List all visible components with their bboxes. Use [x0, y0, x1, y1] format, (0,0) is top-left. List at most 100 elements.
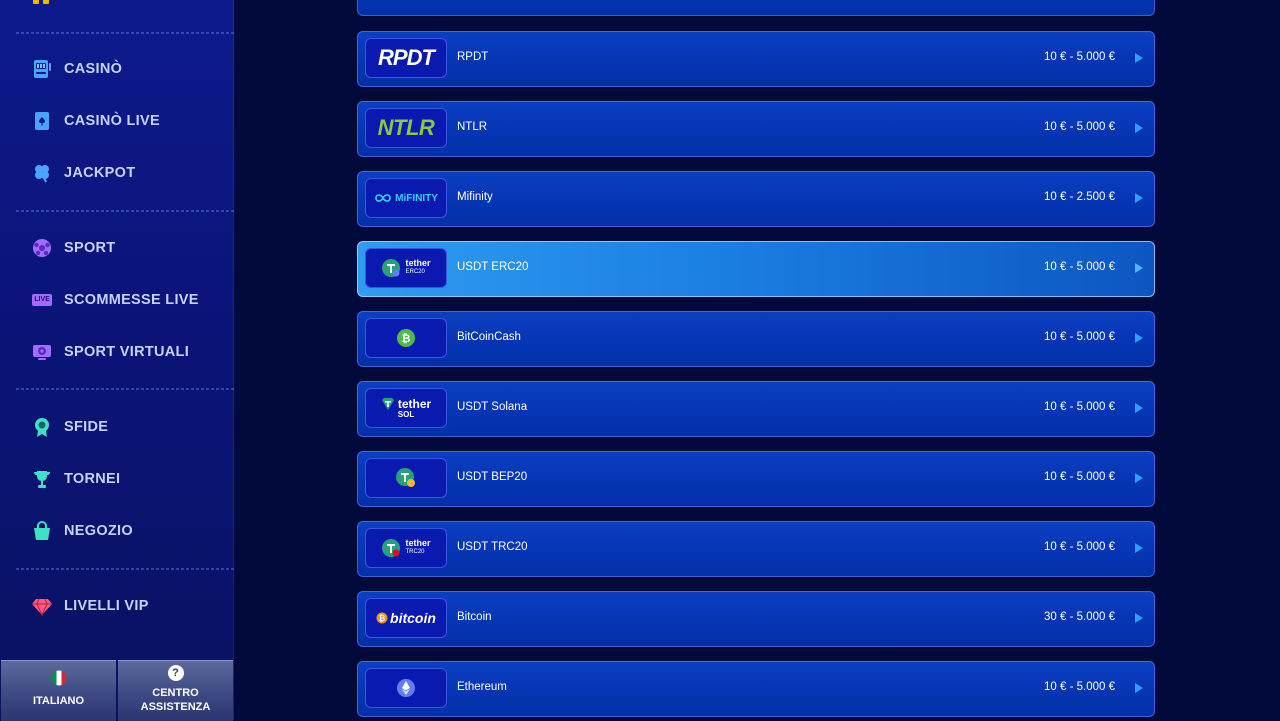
sidebar-item-label: SCOMMESSE LIVE — [64, 292, 199, 308]
play-arrow-icon — [1135, 193, 1143, 203]
sidebar-item-tornei[interactable]: TORNEI — [30, 466, 120, 492]
tether-trc20-logo: tether TRC20 — [365, 528, 447, 568]
sidebar-item-label: JACKPOT — [64, 165, 136, 181]
playing-card-icon — [30, 109, 54, 133]
sidebar-item-jackpot[interactable]: JACKPOT — [30, 160, 135, 186]
payment-name: Mifinity — [457, 191, 493, 203]
payment-row-partial[interactable] — [357, 0, 1155, 16]
sidebar-item-casino[interactable]: CASINÒ — [30, 56, 122, 82]
payment-name: BitCoinCash — [457, 331, 521, 343]
sidebar-item-label: CASINÒ — [64, 61, 123, 77]
payment-name: USDT Solana — [457, 401, 528, 413]
payment-name: Ethereum — [457, 681, 507, 693]
rpdt-logo: RPDT — [365, 38, 447, 78]
payment-row-mifinity[interactable]: MiFINITY Mifinity 10 € - 2.500 € — [357, 171, 1155, 227]
tether-icon — [381, 398, 394, 410]
payment-name: USDT BEP20 — [457, 471, 528, 483]
infinity-icon — [375, 194, 391, 202]
sidebar-item-label: TORNEI — [64, 471, 121, 487]
live-badge-icon: LIVE — [30, 288, 54, 312]
sidebar-item-scommesse-live[interactable]: LIVE SCOMMESSE LIVE — [30, 287, 199, 313]
slot-machine-icon — [30, 57, 54, 81]
play-arrow-icon — [1135, 263, 1143, 273]
tether-sol-logo: tether SOL — [365, 388, 447, 428]
bitcoincash-logo: ₿ — [365, 318, 447, 358]
language-label: ITALIANO — [32, 695, 85, 707]
payment-row-usdt-solana[interactable]: tether SOL USDT Solana 10 € - 5.000 € — [357, 381, 1155, 437]
language-button[interactable]: ITALIANO — [1, 660, 116, 721]
sidebar-item-sport-virtuali[interactable]: SPORT VIRTUALI — [30, 339, 189, 365]
play-arrow-icon — [1135, 613, 1143, 623]
medal-icon — [30, 415, 54, 439]
sidebar-divider — [16, 388, 234, 390]
payment-row-rpdt[interactable]: RPDT RPDT 10 € - 5.000 € — [357, 31, 1155, 87]
sidebar-divider — [16, 568, 234, 570]
bitcoincash-icon: ₿ — [397, 329, 415, 347]
play-arrow-icon — [1135, 683, 1143, 693]
payment-limits: 10 € - 5.000 € — [1044, 471, 1115, 483]
play-arrow-icon — [1135, 333, 1143, 343]
svg-text:₿: ₿ — [379, 614, 386, 623]
payment-name: USDT ERC20 — [457, 261, 529, 273]
clover-icon — [30, 161, 54, 185]
sidebar: CASINÒ CASINÒ LIVE JACKPOT SPORT LIVE SC… — [0, 0, 234, 721]
payment-name: NTLR — [457, 121, 488, 133]
payment-name: Bitcoin — [457, 611, 492, 623]
payment-row-ethereum[interactable]: Ethereum 10 € - 5.000 € — [357, 661, 1155, 717]
tether-erc20-logo: tether ERC20 — [365, 248, 447, 288]
soccer-ball-icon — [30, 236, 54, 260]
payment-limits: 10 € - 5.000 € — [1044, 121, 1115, 133]
payment-limits: 30 € - 5.000 € — [1044, 611, 1115, 623]
payment-limits: 10 € - 5.000 € — [1044, 51, 1115, 63]
sidebar-divider — [16, 210, 234, 212]
payment-limits: 10 € - 5.000 € — [1044, 541, 1115, 553]
payment-row-usdt-bep20[interactable]: USDT BEP20 10 € - 5.000 € — [357, 451, 1155, 507]
mifinity-logo: MiFINITY — [365, 178, 447, 218]
sidebar-item-casino-live[interactable]: CASINÒ LIVE — [30, 108, 160, 134]
payment-name: RPDT — [457, 51, 489, 63]
payment-row-ntlr[interactable]: NTLR NTLR 10 € - 5.000 € — [357, 101, 1155, 157]
sidebar-item-sfide[interactable]: SFIDE — [30, 414, 108, 440]
help-center-label: CENTRO ASSISTENZA — [140, 687, 211, 713]
payment-limits: 10 € - 5.000 € — [1044, 681, 1115, 693]
tether-bep20-logo — [365, 458, 447, 498]
bitcoin-icon: ₿ — [376, 612, 388, 624]
tether-icon — [396, 468, 415, 487]
play-arrow-icon — [1135, 53, 1143, 63]
play-arrow-icon — [1135, 403, 1143, 413]
sidebar-item-label: LIVELLI VIP — [64, 598, 149, 614]
play-arrow-icon — [1135, 543, 1143, 553]
sidebar-item-livelli-vip[interactable]: LIVELLI VIP — [30, 593, 149, 619]
trophy-icon — [30, 467, 54, 491]
sidebar-item-label: CASINÒ LIVE — [64, 113, 160, 129]
ethereum-logo — [365, 668, 447, 708]
payment-row-bitcoin[interactable]: ₿ bitcoin Bitcoin 30 € - 5.000 € — [357, 591, 1155, 647]
payment-limits: 10 € - 2.500 € — [1044, 191, 1115, 203]
bitcoin-logo: ₿ bitcoin — [365, 598, 447, 638]
shopping-bag-icon — [30, 519, 54, 543]
sidebar-item-label: SPORT VIRTUALI — [64, 344, 190, 360]
promotions-icon[interactable] — [32, 0, 50, 4]
question-icon: ? — [167, 665, 184, 681]
payment-limits: 10 € - 5.000 € — [1044, 331, 1115, 343]
tether-icon — [382, 259, 401, 277]
sidebar-item-label: NEGOZIO — [64, 523, 133, 539]
italy-flag-icon — [51, 670, 66, 686]
payment-row-bitcoincash[interactable]: ₿ BitCoinCash 10 € - 5.000 € — [357, 311, 1155, 367]
help-center-button[interactable]: ? CENTRO ASSISTENZA — [118, 660, 233, 721]
virtual-sport-icon — [30, 340, 54, 364]
sidebar-item-sport[interactable]: SPORT — [30, 235, 115, 261]
payment-row-usdt-trc20[interactable]: tether TRC20 USDT TRC20 10 € - 5.000 € — [357, 521, 1155, 577]
ntlr-logo: NTLR — [365, 108, 447, 148]
payment-name: USDT TRC20 — [457, 541, 528, 553]
payment-limits: 10 € - 5.000 € — [1044, 401, 1115, 413]
diamond-icon — [30, 594, 54, 618]
play-arrow-icon — [1135, 123, 1143, 133]
svg-text:₿: ₿ — [402, 332, 411, 345]
sidebar-item-negozio[interactable]: NEGOZIO — [30, 518, 133, 544]
payment-row-usdt-erc20[interactable]: tether ERC20 USDT ERC20 10 € - 5.000 € — [357, 241, 1155, 297]
ethereum-icon — [397, 679, 415, 697]
sidebar-divider — [16, 32, 234, 34]
play-arrow-icon — [1135, 473, 1143, 483]
sidebar-item-label: SPORT — [64, 240, 116, 256]
